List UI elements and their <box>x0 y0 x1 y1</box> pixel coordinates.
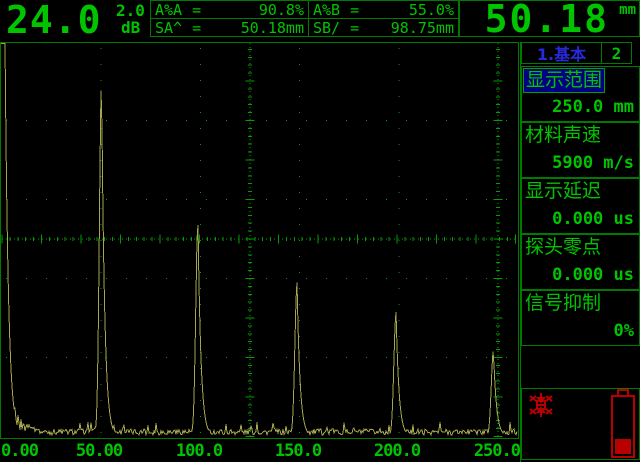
meas-value: 55.0% <box>409 2 454 18</box>
axis-tick-50: 50.00 <box>76 441 122 461</box>
menu-tabs: 1.基本 2 <box>521 42 640 64</box>
param-display-range-value: 250.0 mm <box>552 97 634 117</box>
freeze-icon <box>528 392 554 418</box>
sidebar-menu: 1.基本 2 显示范围 250.0 mm 材料声速 5900 m/s 显示延迟 … <box>520 42 640 462</box>
tab-2[interactable]: 2 <box>601 42 632 64</box>
primary-readout-value: 50.18 <box>485 0 609 41</box>
measurement-table: A%A = 90.8% A%B = 55.0% SA^ = 50.18mm SB… <box>150 0 459 37</box>
meas-label: SB/ <box>313 20 340 36</box>
meas-label: SA^ <box>155 20 182 36</box>
primary-readout-box: 50.18 mm <box>459 0 640 37</box>
equals-sign: = <box>192 20 201 36</box>
param-display-delay-value: 0.000 us <box>552 209 634 229</box>
tab-basic-label: 1.基本 <box>537 41 586 65</box>
ascan-waveform <box>0 42 519 439</box>
gain-value: 24.0 <box>6 0 102 42</box>
flaw-detector-screen: 24.0 2.0 dB A%A = 90.8% A%B = 55.0% SA^ … <box>0 0 640 462</box>
gain-unit-label: dB <box>121 18 140 37</box>
x-axis: 0.00 50.00 100.0 150.0 200.0 250.0 <box>0 441 520 462</box>
param-probe-zero[interactable]: 探头零点 0.000 us <box>521 234 640 290</box>
axis-tick-0: 0.00 <box>1 441 38 461</box>
meas-label: A%B <box>313 2 340 18</box>
measurement-cell-a-pct-a: A%A = 90.8% <box>151 1 309 19</box>
status-area <box>521 388 640 460</box>
meas-value: 50.18mm <box>241 20 304 36</box>
measurement-cell-a-pct-b: A%B = 55.0% <box>309 1 458 19</box>
battery-low-icon <box>610 389 636 459</box>
ascan-plot <box>0 42 519 439</box>
param-material-velocity[interactable]: 材料声速 5900 m/s <box>521 122 640 178</box>
tab-2-label: 2 <box>612 44 622 63</box>
axis-tick-250: 250.0 <box>474 441 520 461</box>
equals-sign: = <box>350 2 359 18</box>
axis-tick-200: 200.0 <box>374 441 420 461</box>
param-display-delay[interactable]: 显示延迟 0.000 us <box>521 178 640 234</box>
meas-value: 98.75mm <box>391 20 454 36</box>
param-material-velocity-label: 材料声速 <box>523 124 603 147</box>
param-display-range[interactable]: 显示范围 250.0 mm <box>521 66 640 122</box>
param-display-range-label: 显示范围 <box>523 68 605 93</box>
equals-sign: = <box>192 2 201 18</box>
measurement-cell-sa: SA^ = 50.18mm <box>151 19 309 36</box>
primary-readout-unit: mm <box>619 2 636 18</box>
param-reject-label: 信号抑制 <box>523 292 603 315</box>
axis-tick-150: 150.0 <box>275 441 321 461</box>
meas-value: 90.8% <box>259 2 304 18</box>
measurement-cell-sb: SB/ = 98.75mm <box>309 19 458 36</box>
param-probe-zero-label: 探头零点 <box>523 236 603 259</box>
param-probe-zero-value: 0.000 us <box>552 265 634 285</box>
param-reject[interactable]: 信号抑制 0% <box>521 290 640 346</box>
axis-tick-100: 100.0 <box>176 441 222 461</box>
meas-label: A%A <box>155 2 182 18</box>
param-display-delay-label: 显示延迟 <box>523 180 603 203</box>
param-reject-value: 0% <box>614 321 634 341</box>
param-material-velocity-value: 5900 m/s <box>552 153 634 173</box>
gain-block: 24.0 2.0 dB <box>0 0 150 38</box>
equals-sign: = <box>350 20 359 36</box>
tab-basic[interactable]: 1.基本 <box>521 42 602 64</box>
